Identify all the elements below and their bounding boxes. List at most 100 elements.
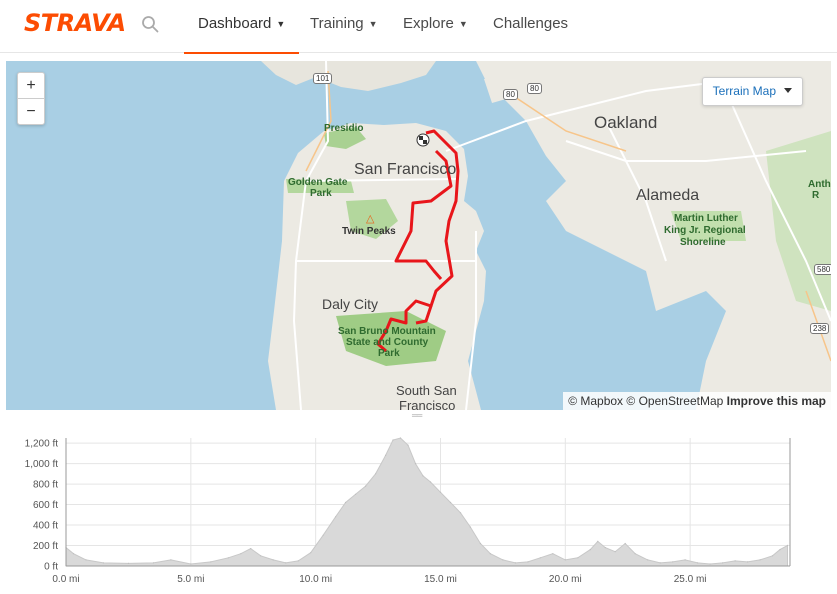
resize-handle-icon[interactable]: ══ (412, 411, 422, 420)
search-icon[interactable] (141, 15, 159, 33)
place-anth-2: R (812, 190, 820, 201)
attribution-osm-link[interactable]: © OpenStreetMap (626, 394, 723, 408)
y-tick-label: 0 ft (44, 562, 58, 573)
elevation-point (771, 555, 774, 557)
elevation-point (414, 463, 417, 465)
elevation-point (459, 512, 462, 514)
place-golden-gate-1: Golden Gate (288, 177, 348, 188)
peak-triangle-icon: △ (366, 213, 375, 225)
place-south-sf-2: Francisco (399, 398, 456, 410)
x-tick-label: 20.0 mi (549, 574, 582, 585)
strava-logo[interactable]: STRAVA (24, 9, 126, 37)
map-attribution: © Mapbox © OpenStreetMap Improve this ma… (563, 392, 831, 410)
highway-580-shield: 580 (814, 264, 831, 275)
elevation-point (152, 562, 154, 564)
place-san-francisco: San Francisco (354, 161, 457, 178)
elevation-point (597, 540, 599, 542)
elevation-point (604, 547, 606, 549)
place-mlk-3: Shoreline (680, 237, 726, 248)
elevation-point (624, 542, 626, 545)
elevation-point (786, 544, 789, 547)
attribution-mapbox-link[interactable]: © Mapbox (568, 394, 623, 408)
elevation-point (355, 493, 357, 495)
elevation-point (647, 559, 649, 561)
elevation-point (614, 551, 616, 553)
nav-explore-label: Explore (403, 15, 454, 32)
elevation-point (345, 501, 347, 504)
elevation-point (779, 549, 781, 551)
nav-challenges[interactable]: Challenges (493, 0, 568, 52)
nav-dashboard-label: Dashboard (198, 15, 272, 32)
elevation-point (375, 473, 377, 475)
place-golden-gate-2: Park (310, 188, 332, 199)
place-san-bruno-3: Park (378, 348, 400, 359)
highway-80-shield: 80 (503, 89, 518, 100)
elevation-point (734, 560, 736, 562)
elevation-point (722, 562, 724, 564)
chevron-down-icon: ▼ (458, 19, 468, 29)
elevation-point (659, 562, 661, 564)
elevation-point (127, 562, 129, 564)
elevation-area (65, 437, 789, 567)
elevation-point (502, 559, 504, 561)
highway-101-shield: 101 (313, 73, 333, 84)
nav-dashboard[interactable]: Dashboard ▼ (184, 0, 300, 54)
place-anth-1: Anth (808, 179, 831, 190)
place-alameda: Alameda (636, 187, 700, 204)
nav-training-label: Training (310, 15, 364, 32)
elevation-point (297, 560, 299, 562)
route-map[interactable]: San Francisco Oakland Alameda Daly City … (6, 61, 831, 410)
elevation-point (399, 437, 402, 439)
elevation-point (272, 559, 274, 561)
x-tick-label: 5.0 mi (177, 574, 204, 585)
elevation-point (439, 491, 442, 493)
elevation-point (552, 553, 554, 555)
elevation-point (365, 485, 367, 487)
elevation-point (335, 516, 337, 518)
elevation-point (539, 557, 541, 559)
improve-map-link[interactable]: Improve this map (727, 394, 826, 408)
elevation-point (514, 562, 517, 564)
map-layer-dropdown[interactable]: Terrain Map (701, 77, 803, 106)
start-flag-icon (416, 133, 430, 147)
zoom-in-button[interactable]: + (18, 73, 44, 99)
elevation-point (210, 561, 212, 563)
nav-explore[interactable]: Explore ▼ (403, 0, 468, 52)
elevation-point (759, 559, 761, 561)
chevron-down-icon: ▼ (368, 19, 378, 29)
elevation-point (489, 553, 491, 555)
y-tick-label: 1,000 ft (25, 459, 59, 470)
elevation-point (240, 553, 242, 555)
elevation-point (392, 439, 394, 441)
elevation-point (190, 563, 192, 565)
elevation-point (72, 553, 75, 555)
x-tick-label: 0.0 mi (52, 574, 79, 585)
place-mlk-1: Martin Luther (674, 213, 738, 224)
elevation-point (429, 481, 432, 483)
zoom-out-button[interactable]: − (18, 99, 44, 124)
elevation-point (260, 555, 262, 557)
chevron-down-icon: ▼ (276, 19, 286, 29)
elevation-point (285, 562, 287, 564)
nav-training[interactable]: Training ▼ (310, 0, 378, 52)
y-tick-label: 1,200 ft (25, 439, 59, 450)
caret-down-icon (784, 88, 792, 93)
elevation-point (422, 475, 424, 477)
highway-80-shield-2: 80 (527, 83, 542, 94)
y-tick-label: 800 ft (33, 480, 58, 491)
highway-238-shield: 238 (810, 323, 830, 334)
x-tick-label: 15.0 mi (424, 574, 457, 585)
place-presidio: Presidio (324, 123, 364, 134)
place-mlk-2: King Jr. Regional (664, 225, 746, 236)
elevation-point (589, 549, 591, 551)
y-tick-label: 400 ft (33, 521, 58, 532)
elevation-point (310, 552, 312, 554)
elevation-point (527, 561, 529, 563)
top-navigation: STRAVA Dashboard ▼ Training ▼ Explore ▼ Cha… (0, 0, 837, 54)
nav-challenges-label: Challenges (493, 15, 569, 32)
place-oakland: Oakland (594, 113, 658, 132)
place-san-bruno-2: State and County (346, 337, 429, 348)
place-south-sf-1: South San (396, 383, 457, 398)
elevation-point (407, 444, 409, 446)
x-tick-label: 10.0 mi (299, 574, 332, 585)
